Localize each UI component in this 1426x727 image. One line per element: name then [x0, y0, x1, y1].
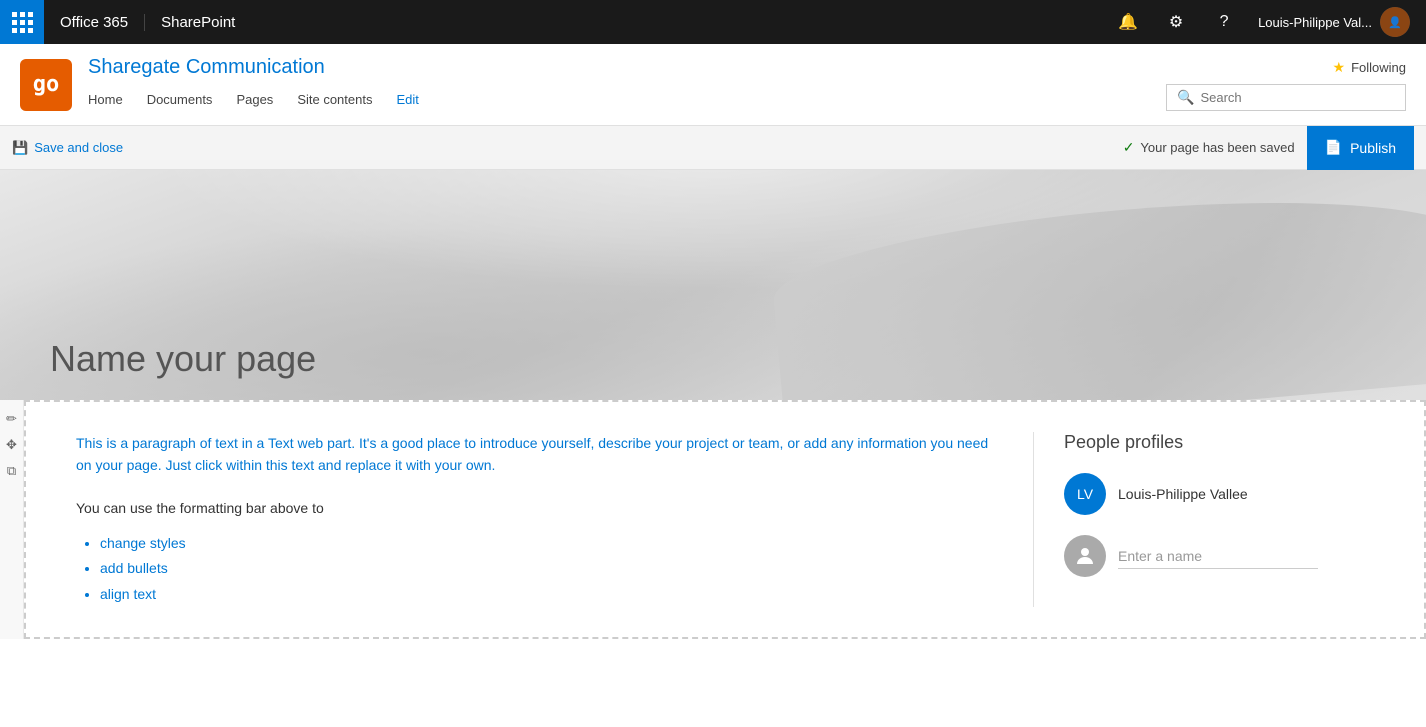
list-item: change styles — [100, 531, 993, 556]
edit-tool[interactable]: ✏ — [1, 408, 23, 430]
list-item: align text — [100, 582, 993, 607]
help-button[interactable]: ? — [1202, 0, 1246, 44]
list-item-label: align text — [100, 586, 156, 602]
search-icon: 🔍 — [1177, 89, 1194, 106]
bell-icon: 🔔 — [1118, 12, 1138, 32]
page-title[interactable]: Name your page — [50, 338, 316, 380]
waffle-icon — [12, 12, 33, 33]
profile-avatar-empty — [1064, 535, 1106, 577]
waffle-button[interactable] — [0, 0, 44, 44]
main-body: ✏ ✥ ⧉ This is a paragraph of text in a T… — [0, 400, 1426, 639]
edit-bar: 💾 Save and close ✓ Your page has been sa… — [0, 126, 1426, 170]
saved-status: ✓ Your page has been saved — [1123, 139, 1295, 156]
nav-pages[interactable]: Pages — [224, 85, 285, 113]
people-profiles: People profiles LV Louis-Philippe Vallee — [1034, 432, 1374, 607]
profile-entry-empty — [1064, 535, 1374, 577]
star-icon: ★ — [1333, 59, 1346, 76]
nav-site-contents[interactable]: Site contents — [285, 85, 384, 113]
saved-status-label: Your page has been saved — [1140, 140, 1294, 155]
nav-documents[interactable]: Documents — [135, 85, 225, 113]
following-button[interactable]: ★ Following — [1333, 59, 1406, 76]
page-content: Name your page ✏ ✥ ⧉ This is a paragraph… — [0, 170, 1426, 639]
site-header: go Sharegate Communication Home Document… — [0, 44, 1426, 126]
list-item-label: add bullets — [100, 560, 168, 576]
settings-button[interactable]: ⚙ — [1154, 0, 1198, 44]
content-area: This is a paragraph of text in a Text we… — [24, 400, 1426, 639]
list-item: add bullets — [100, 556, 993, 581]
settings-icon: ⚙ — [1169, 12, 1183, 32]
profile-avatar-lv: LV — [1064, 473, 1106, 515]
help-icon: ? — [1220, 13, 1229, 31]
profile-entry: LV Louis-Philippe Vallee — [1064, 473, 1374, 515]
nav-home[interactable]: Home — [88, 85, 135, 113]
list-item-label: change styles — [100, 535, 186, 551]
save-close-label: Save and close — [34, 140, 123, 155]
search-box: 🔍 — [1166, 84, 1406, 111]
notification-button[interactable]: 🔔 — [1106, 0, 1150, 44]
intro-paragraph[interactable]: This is a paragraph of text in a Text we… — [76, 432, 993, 477]
site-nav: Home Documents Pages Site contents Edit — [88, 85, 1166, 113]
hero-section: Name your page — [0, 170, 1426, 400]
user-avatar: 👤 — [1380, 7, 1410, 37]
move-tool[interactable]: ✥ — [1, 434, 23, 456]
following-label: Following — [1351, 60, 1406, 75]
top-bar: Office 365 SharePoint 🔔 ⚙ ? Louis-Philip… — [0, 0, 1426, 44]
formatting-sub-text: You can use the formatting bar above to — [76, 497, 993, 519]
user-name-label: Louis-Philippe Val... — [1258, 15, 1372, 30]
copy-tool[interactable]: ⧉ — [1, 460, 23, 482]
sharepoint-label: SharePoint — [145, 14, 251, 31]
nav-edit[interactable]: Edit — [384, 85, 430, 113]
enter-name-input[interactable] — [1118, 544, 1318, 569]
text-web-part: This is a paragraph of text in a Text we… — [76, 432, 1034, 607]
publish-label: Publish — [1350, 140, 1396, 156]
profile-name: Louis-Philippe Vallee — [1118, 486, 1248, 502]
formatting-list: change styles add bullets align text — [76, 531, 993, 607]
user-menu-button[interactable]: Louis-Philippe Val... 👤 — [1250, 0, 1418, 44]
page-title-area: Name your page — [50, 338, 316, 380]
site-header-right: ★ Following 🔍 — [1166, 59, 1406, 111]
publish-button[interactable]: 📄 Publish — [1307, 126, 1414, 170]
check-icon: ✓ — [1123, 139, 1135, 156]
site-info: Sharegate Communication Home Documents P… — [88, 56, 1166, 113]
site-name: Sharegate Communication — [88, 56, 1166, 79]
search-input[interactable] — [1200, 90, 1395, 105]
office365-label: Office 365 — [44, 14, 145, 31]
site-logo: go — [20, 59, 72, 111]
site-logo-text: go — [33, 72, 60, 97]
content-inner: This is a paragraph of text in a Text we… — [26, 402, 1424, 637]
save-icon: 💾 — [12, 140, 28, 156]
save-close-button[interactable]: 💾 Save and close — [12, 140, 123, 156]
left-sidebar-tools: ✏ ✥ ⧉ — [0, 400, 24, 639]
people-profiles-title: People profiles — [1064, 432, 1374, 453]
publish-icon: 📄 — [1325, 139, 1342, 156]
